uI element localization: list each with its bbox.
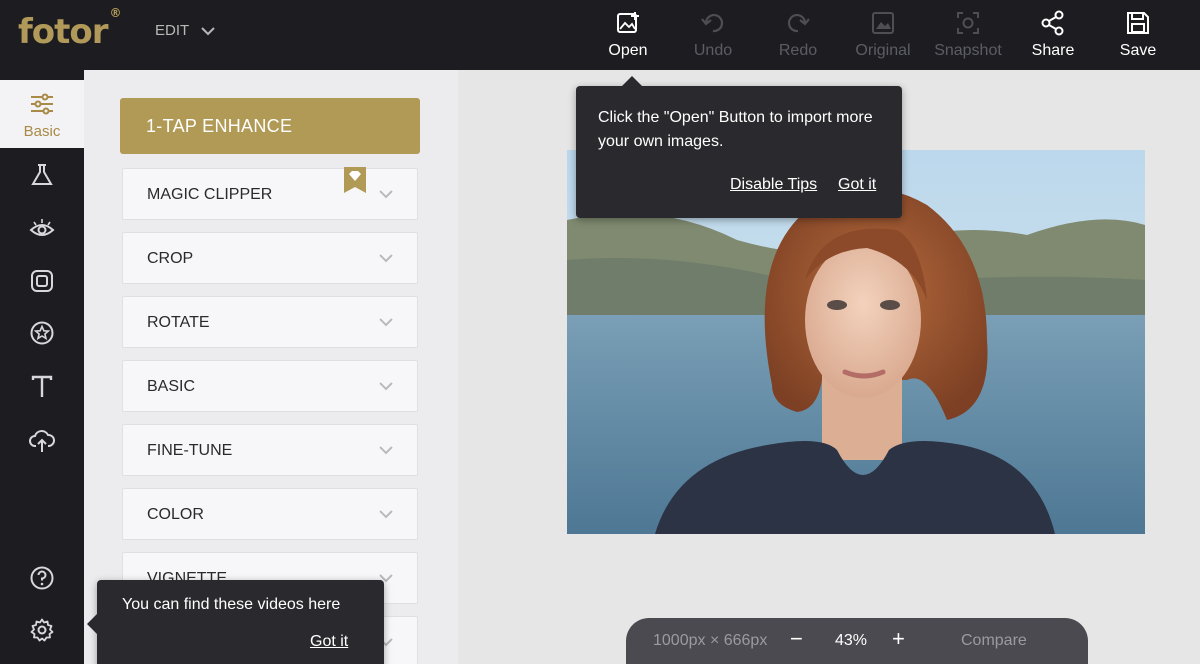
zoom-level: 43%: [835, 632, 868, 649]
open-tip-message: Click the "Open" Button to import more y…: [598, 109, 873, 150]
rail-frames[interactable]: [0, 254, 84, 308]
share-icon: [1041, 10, 1064, 36]
section-label: COLOR: [147, 506, 204, 523]
star-circle-icon: [30, 321, 54, 345]
open-button[interactable]: Open: [588, 10, 668, 60]
frame-icon: [31, 270, 53, 292]
save-button[interactable]: Save: [1098, 10, 1178, 60]
cloud-upload-icon: [29, 430, 55, 452]
left-tool-rail: [0, 70, 84, 664]
eye-icon: [29, 219, 55, 236]
snapshot-icon: [957, 12, 979, 34]
chevron-down-icon: [379, 446, 393, 455]
rail-help[interactable]: [0, 551, 84, 605]
section-rotate[interactable]: ROTATE: [122, 296, 418, 348]
rail-basic[interactable]: Basic: [0, 80, 84, 148]
help-icon: [30, 566, 54, 590]
image-dimensions: 1000px × 666px: [653, 632, 768, 649]
adjustment-panel: 1-TAP ENHANCE MAGIC CLIPPER CROP ROTATE …: [84, 70, 458, 664]
one-tap-enhance-button[interactable]: 1-TAP ENHANCE: [120, 98, 420, 154]
share-button[interactable]: Share: [1013, 10, 1093, 60]
section-label: ROTATE: [147, 314, 210, 331]
chevron-down-icon: [379, 382, 393, 391]
tooltip-arrow: [622, 76, 642, 86]
section-basic[interactable]: BASIC: [122, 360, 418, 412]
open-tip-tooltip: Click the "Open" Button to import more y…: [576, 76, 902, 218]
premium-diamond-icon: [344, 167, 366, 193]
redo-button[interactable]: Redo: [758, 10, 838, 60]
section-magic-clipper[interactable]: MAGIC CLIPPER: [122, 168, 418, 220]
undo-button[interactable]: Undo: [673, 10, 753, 60]
section-label: FINE-TUNE: [147, 442, 233, 459]
chevron-down-icon: [379, 318, 393, 327]
zoom-out-button[interactable]: −: [790, 626, 803, 652]
snapshot-button[interactable]: Snapshot: [928, 10, 1008, 60]
section-crop[interactable]: CROP: [122, 232, 418, 284]
edit-menu-dropdown[interactable]: EDIT: [155, 22, 215, 39]
rail-stickers[interactable]: [0, 306, 84, 360]
section-color[interactable]: COLOR: [122, 488, 418, 540]
edit-menu-label: EDIT: [155, 22, 190, 39]
undo-icon: [701, 14, 724, 33]
open-image-icon: [617, 12, 639, 33]
save-icon: [1127, 12, 1149, 34]
videos-tip-message: You can find these videos here: [122, 596, 341, 613]
rail-text[interactable]: [0, 360, 84, 414]
rail-effects[interactable]: [0, 148, 84, 202]
tooltip-arrow: [87, 614, 97, 634]
videos-tip-tooltip: You can find these videos here Got it: [87, 580, 384, 664]
text-icon: [31, 375, 53, 397]
original-image-icon: [872, 12, 894, 34]
top-bar: fotor ® EDIT Open Undo Redo Original Snap…: [0, 0, 1200, 70]
chevron-down-icon: [379, 254, 393, 263]
fotor-logo[interactable]: fotor ®: [18, 6, 122, 52]
section-fine-tune[interactable]: FINE-TUNE: [122, 424, 418, 476]
section-label: MAGIC CLIPPER: [147, 186, 273, 203]
chevron-down-icon: [379, 510, 393, 519]
rail-basic-label: Basic: [23, 123, 61, 140]
videos-tip-got-it-link[interactable]: Got it: [310, 633, 348, 651]
rail-settings[interactable]: [0, 603, 84, 657]
open-tip-got-it-link[interactable]: Got it: [838, 176, 876, 194]
flask-icon: [31, 164, 53, 185]
gear-icon: [30, 618, 54, 642]
redo-icon: [787, 14, 810, 33]
disable-tips-link[interactable]: Disable Tips: [730, 176, 817, 194]
rail-beauty[interactable]: [0, 202, 84, 256]
sliders-icon: [31, 93, 53, 115]
section-label: CROP: [147, 250, 194, 267]
chevron-down-icon: [379, 190, 393, 199]
zoom-bar: 1000px × 666px − 43% + Compare: [626, 618, 1088, 664]
chevron-down-icon: [201, 26, 215, 35]
zoom-in-button[interactable]: +: [892, 626, 905, 652]
rail-cloud[interactable]: [0, 414, 84, 468]
original-button[interactable]: Original: [843, 10, 923, 60]
section-label: BASIC: [147, 378, 196, 395]
compare-button[interactable]: Compare: [961, 632, 1027, 650]
